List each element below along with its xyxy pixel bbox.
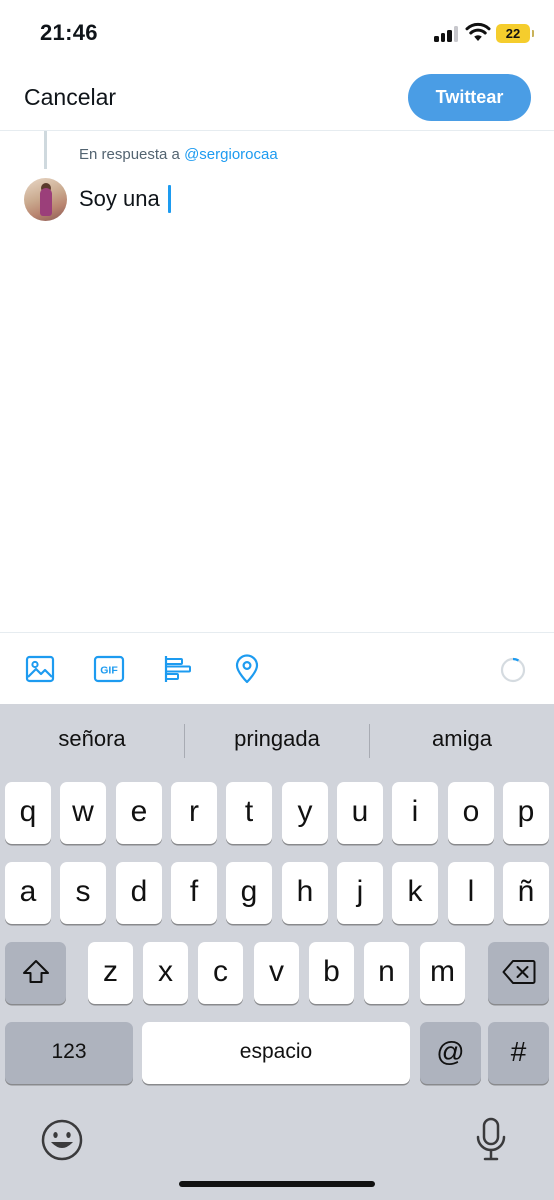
user-avatar[interactable] <box>24 178 67 221</box>
tweet-button[interactable]: Twittear <box>408 74 531 121</box>
key-y[interactable]: y <box>282 782 328 844</box>
status-bar: 21:46 22 <box>0 0 554 70</box>
character-count-ring <box>500 657 526 683</box>
key-q[interactable]: q <box>5 782 51 844</box>
home-indicator[interactable] <box>179 1181 375 1187</box>
key-x[interactable]: x <box>143 942 188 1004</box>
key-a[interactable]: a <box>5 862 51 924</box>
space-key[interactable]: espacio <box>142 1022 410 1084</box>
onscreen-keyboard: señora pringada amiga q w e r t y u i o … <box>0 704 554 1200</box>
key-b[interactable]: b <box>309 942 354 1004</box>
key-o[interactable]: o <box>448 782 494 844</box>
predictive-suggestions: señora pringada amiga <box>0 704 554 780</box>
key-p[interactable]: p <box>503 782 549 844</box>
text-cursor <box>168 185 171 213</box>
key-h[interactable]: h <box>282 862 328 924</box>
key-t[interactable]: t <box>226 782 272 844</box>
hash-key[interactable]: # <box>488 1022 549 1084</box>
shift-key[interactable] <box>5 942 66 1004</box>
image-icon[interactable] <box>24 653 56 685</box>
at-key[interactable]: @ <box>420 1022 481 1084</box>
key-c[interactable]: c <box>198 942 243 1004</box>
compose-toolbar: GIF <box>0 632 554 704</box>
key-d[interactable]: d <box>116 862 162 924</box>
key-l[interactable]: l <box>448 862 494 924</box>
key-m[interactable]: m <box>420 942 465 1004</box>
key-u[interactable]: u <box>337 782 383 844</box>
wifi-icon <box>465 22 491 41</box>
microphone-icon[interactable] <box>474 1116 508 1164</box>
tweet-text-input[interactable]: Soy una <box>79 186 160 212</box>
key-r[interactable]: r <box>171 782 217 844</box>
key-j[interactable]: j <box>337 862 383 924</box>
delete-key[interactable] <box>488 942 549 1004</box>
thread-line <box>44 131 47 169</box>
key-w[interactable]: w <box>60 782 106 844</box>
gif-icon-label: GIF <box>100 665 118 677</box>
reply-handle-link[interactable]: @sergiorocaa <box>184 146 278 163</box>
key-i[interactable]: i <box>392 782 438 844</box>
gif-icon[interactable]: GIF <box>93 653 125 685</box>
poll-icon[interactable] <box>162 653 194 685</box>
reply-prefix: En respuesta a <box>79 146 180 163</box>
suggestion-3[interactable]: amiga <box>370 726 554 752</box>
compose-header: Cancelar Twittear <box>0 70 554 131</box>
emoji-icon[interactable] <box>40 1118 84 1162</box>
suggestion-2[interactable]: pringada <box>185 726 369 752</box>
key-s[interactable]: s <box>60 862 106 924</box>
status-time: 21:46 <box>40 20 98 45</box>
key-n[interactable]: n <box>364 942 409 1004</box>
key-n-tilde[interactable]: ñ <box>503 862 549 924</box>
key-v[interactable]: v <box>254 942 299 1004</box>
cellular-signal-icon <box>434 26 460 42</box>
cancel-button[interactable]: Cancelar <box>24 84 116 111</box>
location-icon[interactable] <box>231 653 263 685</box>
numbers-key[interactable]: 123 <box>5 1022 133 1084</box>
reply-context: En respuesta a @sergiorocaa <box>79 146 278 163</box>
backspace-icon <box>502 960 535 984</box>
key-k[interactable]: k <box>392 862 438 924</box>
suggestion-1[interactable]: señora <box>0 726 184 752</box>
key-g[interactable]: g <box>226 862 272 924</box>
shift-icon <box>22 960 49 983</box>
key-e[interactable]: e <box>116 782 162 844</box>
key-f[interactable]: f <box>171 862 217 924</box>
key-z[interactable]: z <box>88 942 133 1004</box>
battery-indicator: 22 <box>496 24 534 43</box>
